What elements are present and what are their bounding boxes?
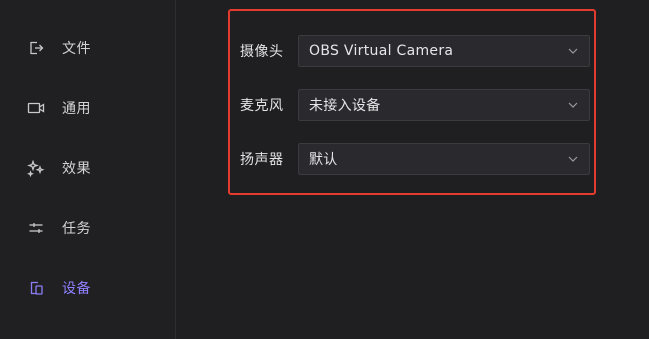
speaker-label: 扬声器 xyxy=(240,152,284,168)
speaker-select[interactable]: 默认 xyxy=(298,143,590,175)
sidebar-item-file[interactable]: 文件 xyxy=(26,36,91,60)
sidebar-item-label: 任务 xyxy=(62,221,91,237)
sparkle-icon xyxy=(26,158,46,178)
sidebar-item-label: 设备 xyxy=(62,281,91,297)
camera-select[interactable]: OBS Virtual Camera xyxy=(298,35,590,67)
sidebar-item-devices[interactable]: 设备 xyxy=(26,276,91,300)
camera-label: 摄像头 xyxy=(240,44,284,60)
microphone-select[interactable]: 未接入设备 xyxy=(298,89,590,121)
speaker-row: 扬声器 默认 xyxy=(240,142,590,176)
sidebar-item-tasks[interactable]: 任务 xyxy=(26,216,91,240)
camera-row: 摄像头 OBS Virtual Camera xyxy=(240,34,590,68)
camera-select-value: OBS Virtual Camera xyxy=(309,43,454,59)
chevron-down-icon xyxy=(567,45,579,57)
chevron-down-icon xyxy=(567,99,579,111)
video-icon xyxy=(26,98,46,118)
sidebar-item-general[interactable]: 通用 xyxy=(26,96,91,120)
sliders-icon xyxy=(26,218,46,238)
sidebar-item-label: 文件 xyxy=(62,41,91,57)
microphone-row: 麦克风 未接入设备 xyxy=(240,88,590,122)
chevron-down-icon xyxy=(567,153,579,165)
sidebar-item-label: 效果 xyxy=(62,161,91,177)
sidebar-item-effects[interactable]: 效果 xyxy=(26,156,91,180)
microphone-select-value: 未接入设备 xyxy=(309,98,381,114)
settings-sidebar: 文件 通用 效果 任务 设备 xyxy=(0,0,176,339)
settings-window: 文件 通用 效果 任务 设备 摄像头 OBS Virtual Camera 麦克… xyxy=(0,0,649,339)
microphone-label: 麦克风 xyxy=(240,98,284,114)
device-icon xyxy=(26,278,46,298)
file-export-icon xyxy=(26,38,46,58)
sidebar-item-label: 通用 xyxy=(62,101,91,117)
speaker-select-value: 默认 xyxy=(309,152,338,168)
